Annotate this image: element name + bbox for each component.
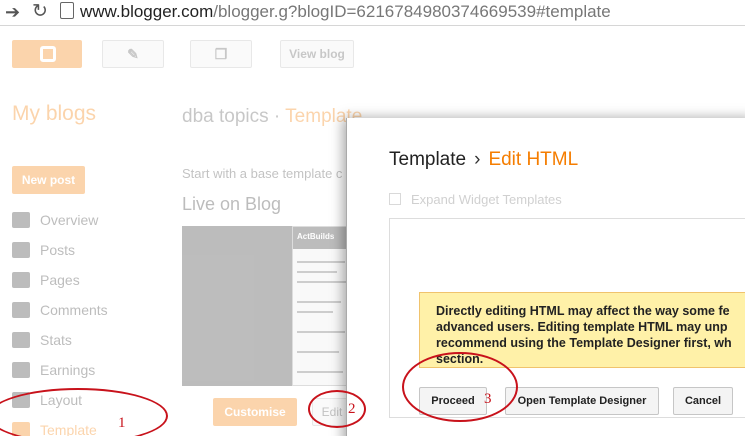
sidebar-item-pages[interactable]: Pages: [12, 270, 108, 300]
dashboard-topbar: ✎ ❐ View blog: [0, 26, 745, 84]
sidebar-item-label: Overview: [40, 212, 99, 228]
base-template-text: Start with a base template c: [182, 166, 343, 181]
warning-line: advanced users. Editing template HTML ma…: [436, 320, 728, 334]
sidebar-item-posts[interactable]: Posts: [12, 240, 108, 270]
sidebar-item-overview[interactable]: Overview: [12, 210, 108, 240]
template-preview-page: ActBuilds: [292, 226, 352, 386]
sidebar-item-label: Comments: [40, 302, 108, 318]
template-preview-dark: [182, 226, 292, 386]
view-blog-button[interactable]: View blog: [280, 40, 354, 68]
sidebar-title[interactable]: My blogs: [12, 102, 96, 126]
preview-line: [297, 351, 339, 353]
blogger-logo-icon: [40, 46, 56, 62]
browser-toolbar: ➔ ↻ www.blogger.com/blogger.g?blogID=621…: [0, 0, 745, 26]
blog-name: dba topics: [182, 106, 269, 127]
annotation-number-2: 2: [348, 401, 356, 417]
sidebar-item-label: Stats: [40, 332, 72, 348]
new-post-pencil-button[interactable]: ✎: [102, 40, 164, 68]
annotation-circle-proceed: [402, 352, 518, 422]
page-icon: [60, 2, 74, 19]
expand-widget-templates-row: Expand Widget Templates: [389, 192, 562, 207]
trophy-icon: [12, 362, 30, 378]
annotation-circle-edit: [308, 390, 366, 428]
live-on-blog-heading: Live on Blog: [182, 194, 282, 214]
posts-list-button[interactable]: ❐: [190, 40, 252, 68]
pages-icon: ❐: [214, 46, 228, 62]
url-host: www.blogger.com: [80, 2, 214, 21]
sidebar-item-comments[interactable]: Comments: [12, 300, 108, 330]
url-path: /blogger.g?blogID=6216784980374669539#te…: [213, 2, 611, 21]
preview-line: [297, 261, 345, 263]
annotation-number-1: 1: [118, 415, 126, 431]
preview-line: [297, 301, 341, 303]
preview-line: [297, 311, 333, 313]
screen: ➔ ↻ www.blogger.com/blogger.g?blogID=621…: [0, 0, 745, 436]
dialog-title-separator: ›: [474, 149, 481, 170]
cancel-button[interactable]: Cancel: [673, 387, 733, 415]
address-bar[interactable]: www.blogger.com/blogger.g?blogID=6216784…: [60, 2, 611, 22]
sidebar-item-label: Earnings: [40, 362, 96, 378]
dialog-title-template: Template: [389, 149, 467, 170]
posts-icon: [12, 242, 30, 258]
reload-icon[interactable]: ↻: [32, 2, 48, 22]
expand-widget-templates-label: Expand Widget Templates: [411, 192, 562, 207]
customise-button[interactable]: Customise: [213, 398, 297, 426]
expand-widget-templates-checkbox[interactable]: [389, 193, 401, 205]
dialog-title-edit-html: Edit HTML: [488, 149, 579, 170]
annotation-number-3: 3: [484, 391, 492, 407]
dialog-title: Template › Edit HTML: [389, 149, 578, 171]
home-icon: [12, 212, 30, 228]
sidebar-item-label: Posts: [40, 242, 76, 258]
warning-line: recommend using the Template Designer fi…: [436, 336, 732, 350]
back-arrow-icon[interactable]: ➔: [5, 2, 20, 22]
warning-line: Directly editing HTML may affect the way…: [436, 304, 730, 318]
open-template-designer-button[interactable]: Open Template Designer: [505, 387, 659, 415]
new-post-button[interactable]: New post: [12, 166, 85, 194]
pencil-icon: ✎: [127, 46, 139, 62]
comments-icon: [12, 302, 30, 318]
stats-icon: [12, 332, 30, 348]
preview-line: [297, 281, 347, 283]
preview-line: [297, 371, 343, 373]
sidebar-item-label: Pages: [40, 272, 80, 288]
blog-title: dba topics · Template: [182, 106, 362, 128]
breadcrumb-separator: ·: [273, 106, 281, 127]
preview-line: [297, 271, 337, 273]
preview-line: [297, 331, 345, 333]
sidebar-item-earnings[interactable]: Earnings: [12, 360, 108, 390]
pages-icon: [12, 272, 30, 288]
preview-brand: ActBuilds: [297, 232, 335, 241]
sidebar-item-stats[interactable]: Stats: [12, 330, 108, 360]
preview-header: ActBuilds: [293, 227, 351, 249]
blogger-logo-button[interactable]: [12, 40, 82, 68]
